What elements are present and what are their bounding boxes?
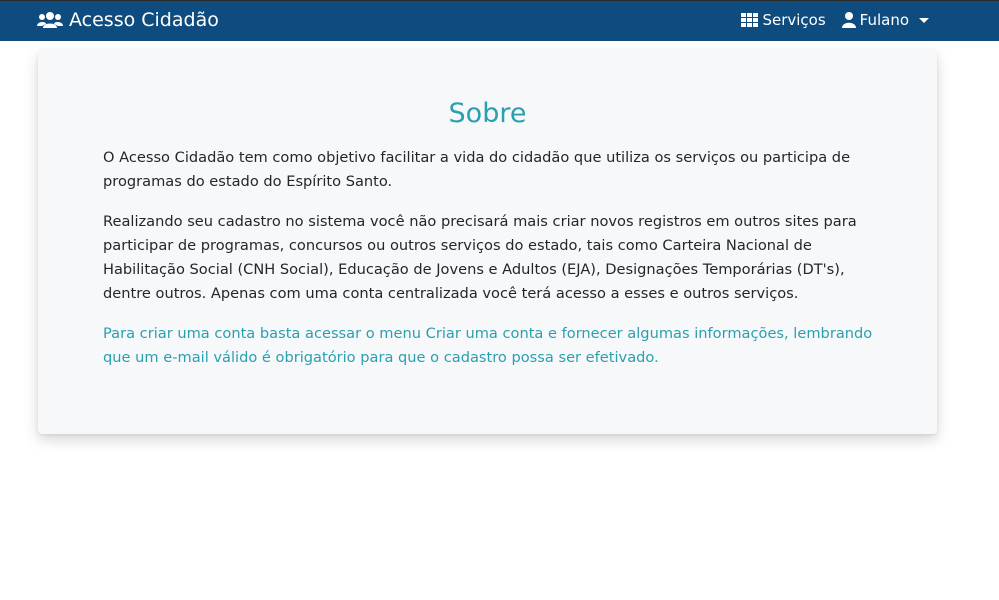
about-card: Sobre O Acesso Cidadão tem como objetivo… <box>38 50 937 434</box>
brand-link[interactable]: Acesso Cidadão <box>37 9 219 31</box>
about-paragraph-3: Para criar uma conta basta acessar o men… <box>103 325 873 366</box>
caret-down-icon <box>919 18 929 23</box>
user-icon <box>841 12 856 28</box>
users-icon <box>37 11 63 29</box>
page-title: Sobre <box>448 98 527 129</box>
navbar-right: Serviços Fulano <box>741 11 929 29</box>
grid-icon <box>741 13 759 27</box>
about-paragraph-2: Realizando seu cadastro no sistema você … <box>103 213 857 302</box>
user-name: Fulano <box>859 11 909 29</box>
about-paragraph-1: O Acesso Cidadão tem como objetivo facil… <box>103 149 851 190</box>
services-label: Serviços <box>762 11 826 29</box>
brand-title: Acesso Cidadão <box>69 9 219 31</box>
top-navbar: Acesso Cidadão Serviços Fulano <box>0 0 999 41</box>
user-dropdown-toggle[interactable]: Fulano <box>841 11 929 29</box>
services-menu-link[interactable]: Serviços <box>741 11 826 29</box>
